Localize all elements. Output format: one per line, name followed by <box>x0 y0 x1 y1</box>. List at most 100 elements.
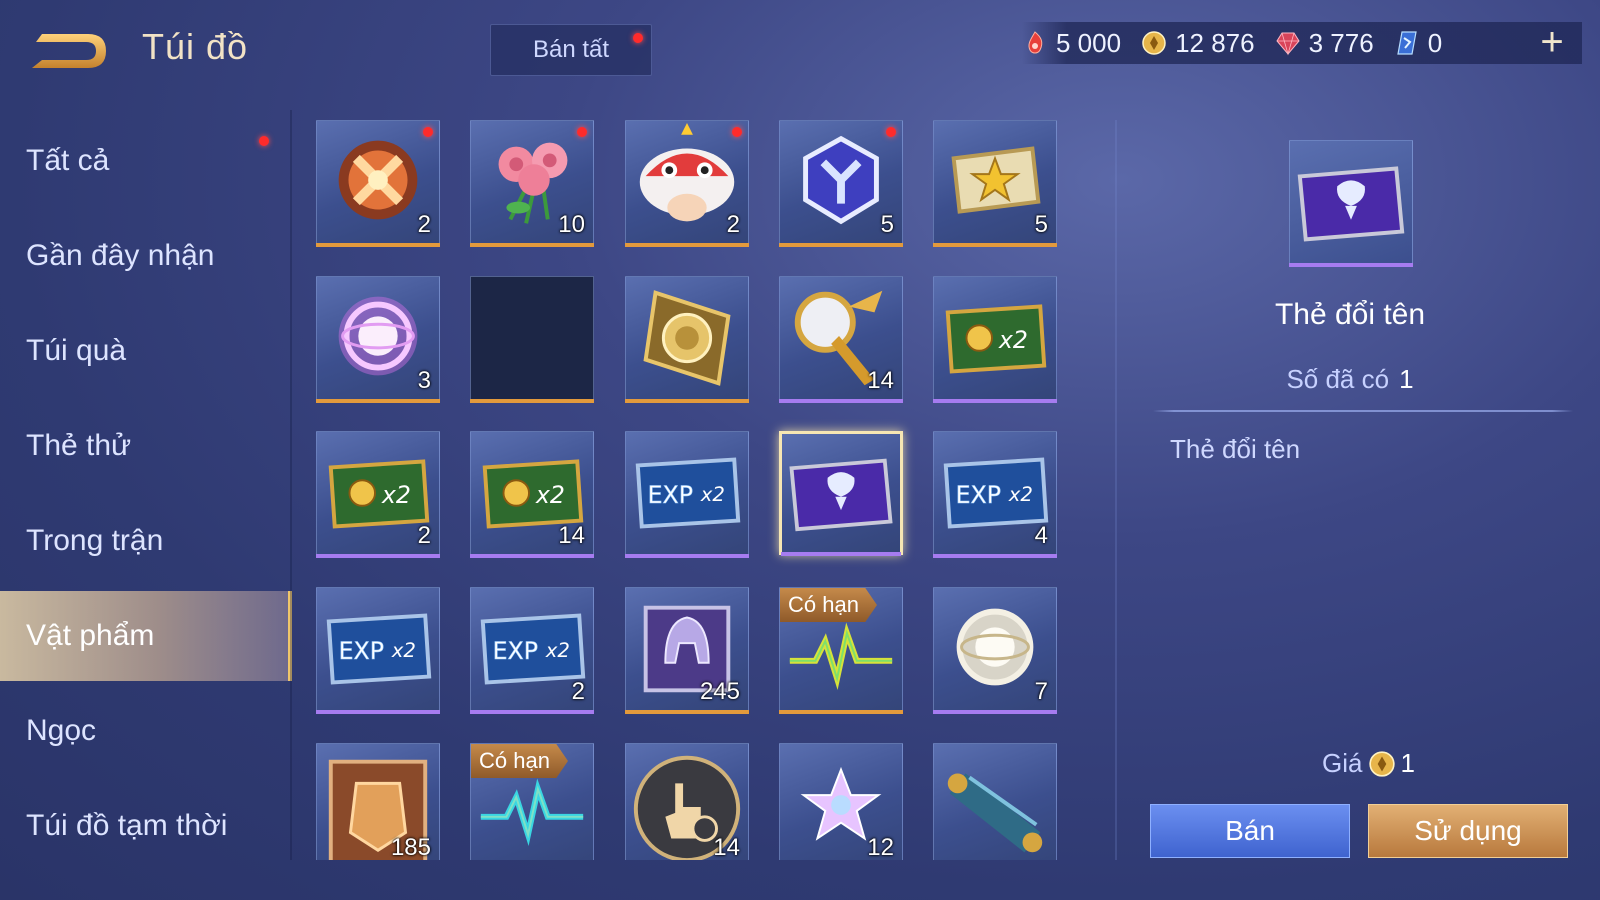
rarity-bar <box>316 710 440 714</box>
svg-text:x2: x2 <box>391 639 416 662</box>
rarity-bar <box>779 243 903 247</box>
scroll-icon <box>947 773 1043 853</box>
back-button[interactable] <box>28 28 110 74</box>
currency-gold-coin[interactable]: 12 876 <box>1141 28 1255 59</box>
sidebar-item-recent[interactable]: Gần đây nhận <box>0 211 292 301</box>
detail-description: Thẻ đổi tên <box>1170 434 1301 464</box>
sidebar-item-gift-bags[interactable]: Túi quà <box>0 306 292 396</box>
use-button[interactable]: Sử dụng <box>1368 804 1568 858</box>
inventory-item[interactable]: EXP x2 <box>625 431 749 558</box>
inventory-item[interactable]: x2 14 <box>470 431 594 558</box>
item-quantity: 3 <box>417 367 431 394</box>
item-quantity: 2 <box>417 522 431 549</box>
inventory-item[interactable]: 5 <box>933 120 1057 247</box>
item-quantity: 2 <box>417 211 431 238</box>
rarity-bar <box>625 554 749 558</box>
item-quantity: 245 <box>699 678 740 705</box>
inventory-item[interactable]: 10 <box>470 120 594 247</box>
inventory-item[interactable]: 12 <box>779 743 903 860</box>
inventory-grid[interactable]: 2 10 2 5 5 3 14 x2 x2 2 x2 14 EXP x2 EXP… <box>316 120 1076 860</box>
sell-all-button[interactable]: Bán tất <box>490 24 652 76</box>
inventory-item[interactable] <box>625 276 749 403</box>
sidebar-item-all[interactable]: Tất cả <box>0 116 292 206</box>
new-item-dot <box>423 127 433 137</box>
rarity-bar <box>779 399 903 403</box>
svg-text:x2: x2 <box>1008 483 1033 506</box>
sell-button[interactable]: Bán <box>1150 804 1350 858</box>
add-currency-button[interactable]: + <box>1534 22 1570 62</box>
rarity-bar <box>625 710 749 714</box>
inventory-item[interactable]: 5 <box>779 120 903 247</box>
category-sidebar: Tất cả Gần đây nhận Túi quà Thẻ thử Tron… <box>0 110 292 871</box>
rarity-bar <box>933 243 1057 247</box>
rarity-bar <box>470 554 594 558</box>
item-quantity: 14 <box>558 522 585 549</box>
rename-card-icon <box>789 458 893 532</box>
sidebar-item-label: Gần đây nhận <box>26 239 215 272</box>
detail-divider <box>1153 410 1573 412</box>
inventory-item-selected[interactable] <box>779 431 903 556</box>
inventory-item[interactable] <box>933 743 1057 860</box>
inventory-item[interactable]: 2 <box>625 120 749 247</box>
svg-text:EXP: EXP <box>493 637 538 665</box>
rename-card-icon <box>1297 166 1405 242</box>
inventory-item-empty[interactable] <box>470 276 594 403</box>
sidebar-item-items[interactable]: Vật phẩm <box>0 591 292 681</box>
svg-text:x2: x2 <box>700 483 725 506</box>
use-button-label: Sử dụng <box>1414 815 1522 846</box>
sidebar-item-label: Vật phẩm <box>26 619 155 652</box>
inventory-item[interactable]: x2 2 <box>316 431 440 558</box>
crystal-icon <box>1396 31 1417 55</box>
detail-item-thumbnail <box>1289 140 1413 267</box>
rarity-bar <box>470 710 594 714</box>
inventory-item[interactable]: 14 <box>625 743 749 860</box>
item-price: Giá 1 <box>1322 748 1415 779</box>
sidebar-item-trial-cards[interactable]: Thẻ thử <box>0 401 292 491</box>
gold-medallion-card-icon <box>643 290 731 386</box>
gold-x2-card-icon: x2 <box>945 304 1047 374</box>
inventory-item[interactable]: EXP x2 2 <box>470 587 594 714</box>
item-quantity: 7 <box>1034 678 1048 705</box>
svg-text:x2: x2 <box>381 481 411 509</box>
exp-x2-card-icon: EXP x2 <box>635 457 741 529</box>
inventory-item[interactable]: 245 <box>625 587 749 714</box>
currency-value: 12 876 <box>1175 27 1255 58</box>
inventory-item[interactable]: 3 <box>316 276 440 403</box>
item-quantity: 10 <box>558 211 585 238</box>
item-quantity: 4 <box>1034 522 1048 549</box>
limited-time-badge: Có hạn <box>780 588 877 622</box>
currency-ruby[interactable]: 3 776 <box>1275 28 1374 59</box>
inventory-item[interactable]: 7 <box>933 587 1057 714</box>
price-value: 1 <box>1400 748 1415 778</box>
sell-all-label: Bán tất <box>532 36 610 63</box>
currency-value: 3 776 <box>1308 27 1374 58</box>
sidebar-item-label: Thẻ thử <box>26 429 132 462</box>
currency-crystal[interactable]: 0 <box>1394 28 1442 59</box>
inventory-item[interactable]: x2 <box>933 276 1057 403</box>
panel-divider <box>1115 120 1117 860</box>
item-quantity: 5 <box>1034 211 1048 238</box>
exp-x2-card-icon: EXP x2 <box>326 613 432 685</box>
sidebar-item-label: Túi đồ tạm thời <box>26 809 228 842</box>
inventory-item[interactable]: 185 <box>316 743 440 860</box>
inventory-item[interactable]: EXP x2 <box>316 587 440 714</box>
rarity-bar <box>933 399 1057 403</box>
currency-red-coupon[interactable]: 5 000 <box>1022 28 1121 59</box>
inventory-item[interactable]: 2 <box>316 120 440 247</box>
item-quantity: 14 <box>713 834 740 860</box>
rarity-bar <box>933 554 1057 558</box>
item-quantity: 5 <box>880 211 894 238</box>
sidebar-item-gems[interactable]: Ngọc <box>0 686 292 776</box>
inventory-item[interactable]: 14 <box>779 276 903 403</box>
page-title: Túi đồ <box>142 26 249 67</box>
inventory-item[interactable]: EXP x2 4 <box>933 431 1057 558</box>
new-item-dot <box>886 127 896 137</box>
sidebar-item-in-match[interactable]: Trong trận <box>0 496 292 586</box>
sidebar-item-temporary-bag[interactable]: Túi đồ tạm thời <box>0 781 292 871</box>
inventory-item[interactable]: Có hạn <box>470 743 594 860</box>
back-arrow-icon <box>32 34 106 68</box>
rarity-bar <box>625 399 749 403</box>
item-quantity: 185 <box>390 834 431 860</box>
item-quantity: 12 <box>867 834 894 860</box>
inventory-item[interactable]: Có hạn <box>779 587 903 714</box>
